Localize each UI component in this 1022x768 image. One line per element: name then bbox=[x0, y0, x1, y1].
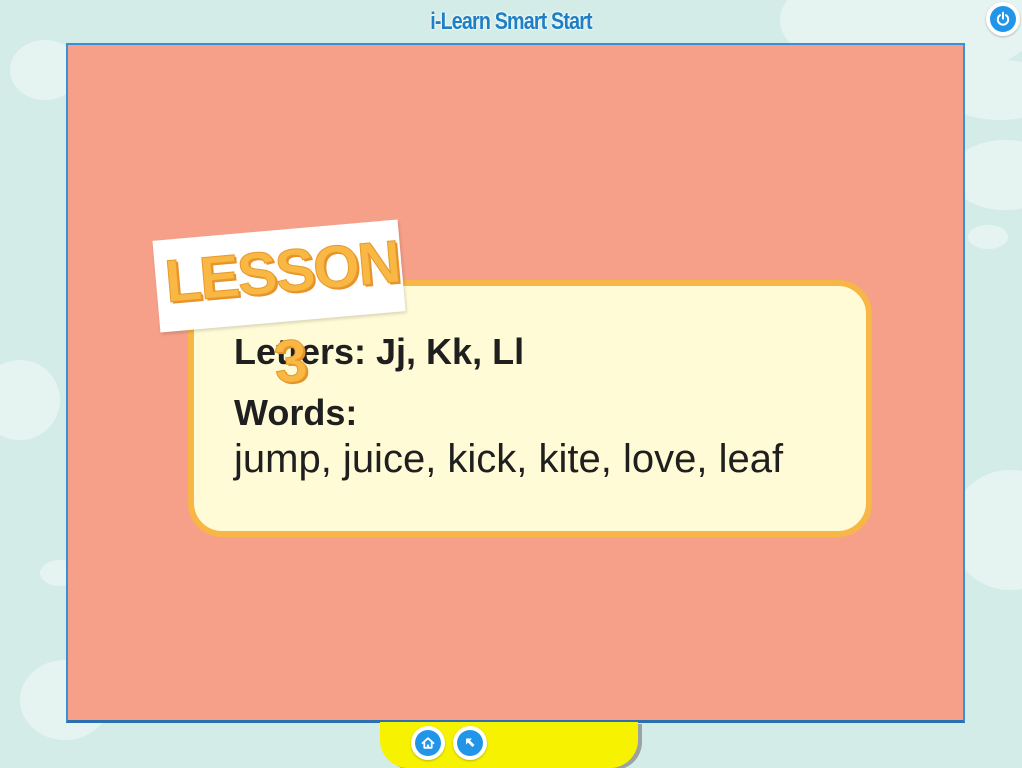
back-button[interactable] bbox=[453, 726, 487, 760]
power-icon bbox=[990, 6, 1016, 32]
app-title: i-Learn Smart Start bbox=[430, 8, 592, 35]
words-list: jump, juice, kick, kite, love, leaf bbox=[234, 437, 784, 481]
letters-line: Letters: Jj, Kk, Ll bbox=[234, 331, 525, 372]
background-cloud bbox=[0, 360, 60, 440]
home-icon bbox=[415, 730, 441, 756]
power-button[interactable] bbox=[986, 2, 1020, 36]
lesson-slide: Letters: Jj, Kk, Ll Words: jump, juice, … bbox=[66, 43, 965, 723]
back-arrow-icon bbox=[457, 730, 483, 756]
words-heading: Words: bbox=[234, 392, 358, 433]
home-button[interactable] bbox=[411, 726, 445, 760]
background-cloud bbox=[968, 225, 1008, 249]
